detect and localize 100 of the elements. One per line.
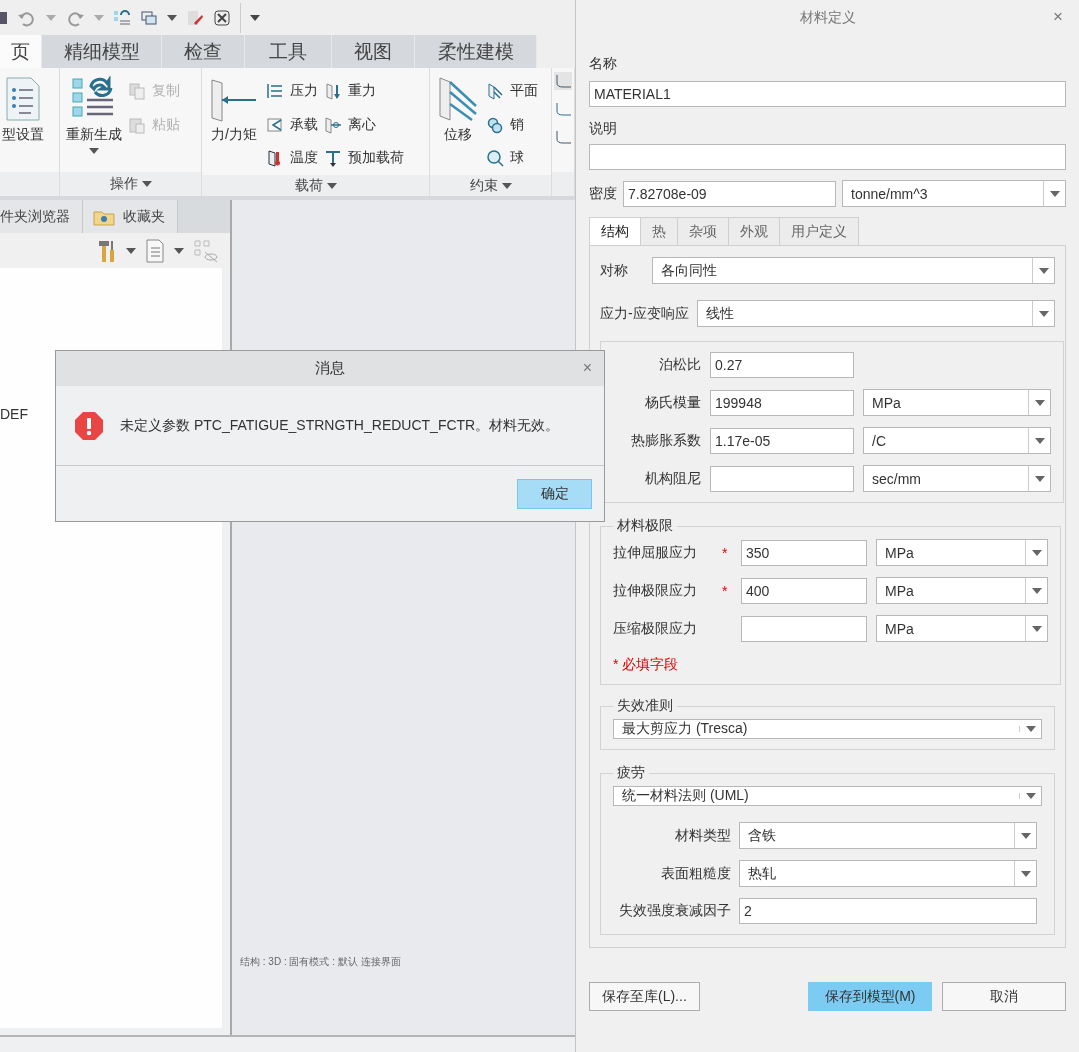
- caret-icon: [1034, 475, 1045, 482]
- error-icon: [74, 410, 104, 441]
- curve-icon[interactable]: [554, 72, 572, 90]
- field-label: 失效强度衰减因子: [618, 902, 731, 920]
- ribbon-button[interactable]: 承载: [266, 107, 318, 142]
- name-field[interactable]: MATERIAL1: [589, 81, 1066, 107]
- group-label: 操作: [109, 174, 138, 193]
- value-field[interactable]: [741, 615, 867, 642]
- ok-button[interactable]: 确定: [517, 478, 592, 509]
- ribbon-button[interactable]: 重新生成: [66, 72, 122, 172]
- description-field[interactable]: [589, 144, 1066, 170]
- ribbon-button[interactable]: 销: [486, 107, 538, 142]
- bolt-icon: [324, 149, 342, 168]
- value-dropdown[interactable]: 含铁: [739, 822, 1037, 849]
- circles-icon: [486, 115, 504, 134]
- curve-icon[interactable]: [554, 100, 572, 118]
- caret-icon: [1038, 267, 1049, 274]
- material-tab[interactable]: 结构: [589, 217, 641, 245]
- unit-dropdown[interactable]: MPa: [876, 577, 1048, 604]
- ribbon-tab[interactable]: 工具: [245, 35, 332, 68]
- field-label: 热膨胀系数: [630, 431, 701, 450]
- bracket-icon: [266, 115, 284, 134]
- value-field[interactable]: 2: [739, 898, 1037, 924]
- criterion-dropdown[interactable]: 最大剪应力 (Tresca): [613, 719, 1042, 739]
- unit-dropdown[interactable]: /C: [863, 427, 1051, 454]
- plate-circle-icon: [324, 115, 342, 134]
- ribbon-tab[interactable]: 视图: [332, 35, 415, 68]
- material-tab[interactable]: 外观: [728, 217, 780, 245]
- caret-icon: [1034, 437, 1045, 444]
- unit-dropdown[interactable]: MPa: [863, 389, 1051, 416]
- caret-icon: [1025, 793, 1036, 799]
- panel-tab[interactable]: 件夹浏览器: [0, 200, 83, 233]
- dialog-button[interactable]: 保存到模型(M): [808, 982, 932, 1011]
- density-field[interactable]: 7.82708e-09: [623, 180, 836, 207]
- group-label: 约束: [469, 176, 498, 195]
- dialog-button[interactable]: 取消: [942, 982, 1066, 1011]
- fatigue-dropdown[interactable]: 统一材料法则 (UML): [613, 786, 1042, 806]
- value-field[interactable]: 199948: [710, 389, 854, 416]
- value-dropdown[interactable]: 热轧: [739, 860, 1037, 887]
- field-label: 应力-应变响应: [600, 304, 689, 323]
- windows-icon[interactable]: [140, 8, 158, 27]
- ribbon-tab[interactable]: 精细模型: [42, 35, 162, 68]
- field-label: 表面粗糙度: [660, 864, 731, 883]
- ribbon-button[interactable]: 温度: [266, 141, 318, 175]
- ribbon-button[interactable]: 离心: [324, 107, 404, 142]
- caret-icon: [174, 247, 184, 254]
- unit-dropdown[interactable]: sec/mm: [863, 465, 1051, 492]
- ribbon-button[interactable]: 型设置: [2, 72, 44, 172]
- caret-icon: [1031, 587, 1042, 594]
- material-tab[interactable]: 杂项: [677, 217, 729, 245]
- dialog-title: 材料定义: [799, 8, 856, 27]
- response-dropdown[interactable]: 线性: [696, 300, 1055, 327]
- ribbon-button[interactable]: 力/力矩: [208, 72, 260, 175]
- value-field[interactable]: 350: [741, 539, 867, 566]
- caret-icon: [1020, 870, 1031, 877]
- plane-hatch-icon: [486, 81, 504, 100]
- dialog-title: 消息: [315, 359, 345, 378]
- ribbon-tab[interactable]: 柔性建模: [415, 35, 537, 68]
- field-label: 名称: [589, 55, 618, 73]
- pages-icon: [128, 82, 146, 100]
- ribbon-button[interactable]: 平面: [486, 74, 538, 108]
- model-status-text: 结构 : 3D : 固有模式 : 默认 连接界面: [240, 955, 402, 969]
- clipboard-icon: [128, 116, 146, 134]
- ribbon-tab[interactable]: 检查: [162, 35, 245, 68]
- caret-icon: [89, 148, 99, 154]
- unit-dropdown[interactable]: tonne/mm^3: [842, 180, 1066, 207]
- close-button[interactable]: ×: [1053, 7, 1063, 27]
- sphere-icon: [486, 149, 504, 168]
- ribbon-button[interactable]: 球: [486, 141, 538, 175]
- curve-icon[interactable]: [554, 128, 572, 146]
- value-field[interactable]: 1.17e-05: [710, 427, 854, 454]
- ribbon-tab[interactable]: 页: [0, 35, 42, 68]
- caret-icon: [1038, 310, 1049, 317]
- regenerate-icon[interactable]: [113, 8, 131, 27]
- close-windows-icon[interactable]: [213, 8, 231, 27]
- close-button[interactable]: ×: [582, 359, 592, 377]
- arrows-icon: [266, 81, 284, 100]
- ribbon-button[interactable]: 位移: [436, 72, 480, 175]
- material-tab[interactable]: 用户定义: [779, 217, 859, 245]
- caret-icon: [1049, 190, 1060, 197]
- unit-dropdown[interactable]: MPa: [876, 615, 1048, 642]
- dialog-button[interactable]: 保存至库(L)...: [589, 982, 700, 1011]
- ribbon-button[interactable]: 重力: [324, 74, 404, 108]
- caret-icon: [1025, 726, 1036, 732]
- caret-icon: [141, 180, 152, 187]
- symmetry-dropdown[interactable]: 各向同性: [652, 257, 1055, 284]
- tree-hidden-icon: [192, 237, 218, 264]
- value-field[interactable]: 400: [741, 577, 867, 604]
- value-field[interactable]: 0.27: [710, 352, 854, 378]
- material-tab[interactable]: 热: [640, 217, 678, 245]
- unit-dropdown[interactable]: MPa: [876, 539, 1048, 566]
- ribbon-button[interactable]: 预加载荷: [324, 141, 404, 175]
- document-icon: [3, 76, 43, 122]
- value-field[interactable]: [710, 465, 854, 492]
- ribbon-button[interactable]: 压力: [266, 74, 318, 108]
- brush-icon[interactable]: [186, 8, 204, 27]
- required-note: * 必填字段: [613, 656, 680, 674]
- list-icon[interactable]: [144, 237, 166, 264]
- field-label: 拉伸极限应力: [613, 581, 698, 600]
- panel-tab[interactable]: 收藏夹: [83, 200, 178, 233]
